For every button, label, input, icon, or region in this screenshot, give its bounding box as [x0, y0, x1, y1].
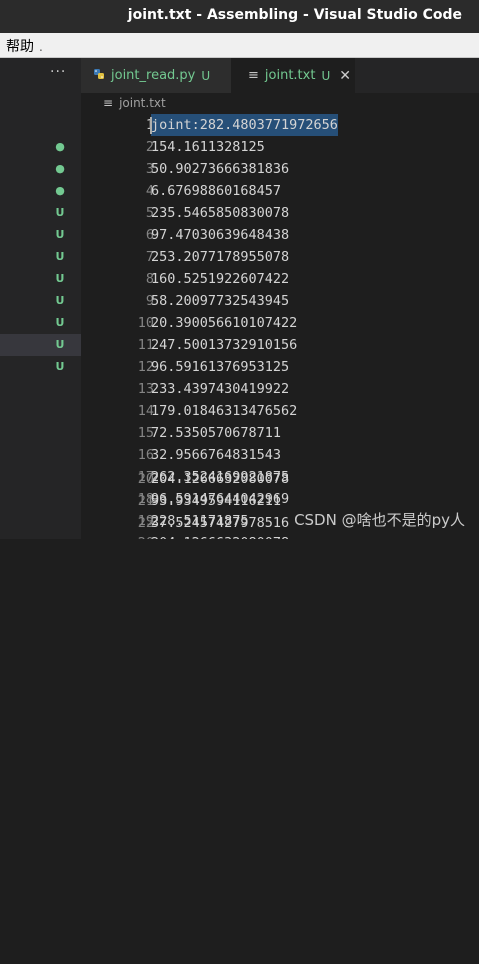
line-number: 20 [137, 471, 154, 487]
close-icon[interactable]: ✕ [339, 68, 351, 84]
line-number: 21 [137, 493, 154, 509]
text-file-icon: ≡ [248, 68, 259, 83]
editor-line[interactable]: 20 204.1266632080078 [81, 468, 479, 490]
window-title: joint.txt - Assembling - Visual Studio C… [127, 7, 462, 23]
untracked-badge: U [55, 250, 65, 263]
line-text[interactable]: 93.9349594116211 [151, 490, 281, 512]
line-text[interactable]: 204.1266632080078 [151, 468, 289, 490]
breadcrumb-file[interactable]: joint.txt [119, 96, 166, 110]
python-icon [93, 68, 105, 84]
tab-joint-txt[interactable]: ≡ joint.txt U ✕ [231, 58, 355, 93]
untracked-badge: U [201, 68, 211, 83]
tab-label: joint.txt [264, 68, 316, 83]
untracked-badge: U [55, 206, 65, 219]
line-number: 22 [137, 515, 154, 531]
menu-help[interactable]: 帮助 [6, 36, 34, 56]
csdn-watermark: CSDN @啥也不是的py人 [294, 511, 465, 529]
modified-dot-badge: ● [55, 184, 65, 197]
untracked-badge: U [55, 360, 65, 373]
modified-dot-badge: ● [55, 162, 65, 175]
untracked-badge: U [55, 272, 65, 285]
explorer-sidebar: ··· ● ● ● U U U U U U U U [0, 58, 81, 539]
untracked-badge: U [55, 338, 65, 351]
menu-bar: 帮助 . [0, 33, 479, 58]
line-text[interactable]: 37.52457427978516 [151, 512, 289, 534]
tab-joint-read-py[interactable]: joint_read.py U [81, 58, 231, 93]
menu-separator-dot: . [39, 40, 43, 54]
more-actions-icon[interactable]: ··· [50, 64, 66, 80]
untracked-badge: U [55, 316, 65, 329]
title-bar: joint.txt - Assembling - Visual Studio C… [0, 0, 479, 33]
untracked-badge: U [55, 228, 65, 241]
breadcrumb: ≡ joint.txt [103, 96, 166, 110]
text-file-icon: ≡ [103, 96, 114, 110]
untracked-badge: U [55, 294, 65, 307]
untracked-badge: U [321, 68, 331, 83]
tab-label: joint_read.py [111, 68, 196, 83]
selected-file-row[interactable] [0, 334, 81, 356]
editor-tab-bar: joint_read.py U ≡ joint.txt U ✕ [81, 58, 479, 93]
modified-dot-badge: ● [55, 140, 65, 153]
code-editor-overflow [81, 539, 479, 964]
